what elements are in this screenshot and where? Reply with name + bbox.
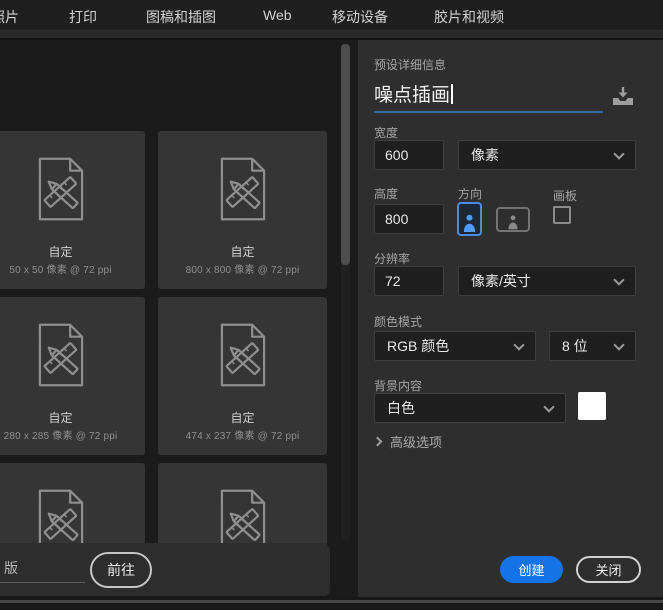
chevron-right-icon	[373, 437, 383, 447]
window-bottom-strip	[0, 596, 663, 610]
document-template-icon	[216, 322, 270, 388]
tab-mobile[interactable]: 移动设备	[332, 7, 388, 27]
document-template-icon	[216, 156, 270, 222]
advanced-options-toggle[interactable]: 高级选项	[374, 432, 442, 451]
tab-print[interactable]: 打印	[69, 7, 97, 27]
orientation-landscape-button[interactable]	[496, 207, 530, 232]
create-button[interactable]: 创建	[500, 556, 563, 583]
background-contents-value: 白色	[387, 398, 415, 418]
color-mode-value: RGB 颜色	[387, 336, 449, 356]
preset-details-panel: 预设详细信息 噪点插画 宽度 像素 高度 方向 画板	[358, 40, 663, 597]
template-name: 自定	[158, 243, 327, 260]
go-button[interactable]: 前往	[90, 552, 152, 588]
bit-depth-value: 8 位	[562, 336, 588, 356]
name-field-focus-underline	[374, 111, 603, 113]
stock-template-bar: 版 前往	[0, 543, 330, 597]
template-size: 280 x 285 像素 @ 72 ppi	[0, 427, 145, 442]
template-name: 自定	[0, 243, 145, 260]
color-mode-dropdown[interactable]: RGB 颜色	[374, 331, 536, 361]
template-scrollbar-thumb[interactable]	[341, 44, 350, 265]
resolution-unit-dropdown[interactable]: 像素/英寸	[458, 266, 636, 296]
stock-search-input-underline[interactable]	[0, 582, 85, 583]
artboard-label: 画板	[553, 187, 577, 204]
document-template-icon	[34, 322, 88, 388]
background-color-swatch[interactable]	[578, 392, 606, 420]
document-template-icon	[34, 156, 88, 222]
chevron-down-icon	[613, 274, 624, 285]
stock-search-text-clipped: 版	[4, 558, 18, 578]
save-preset-download-icon[interactable]	[611, 86, 635, 106]
width-label: 宽度	[374, 124, 398, 141]
template-card[interactable]: 自定 800 x 800 像素 @ 72 ppi	[158, 131, 327, 289]
close-button[interactable]: 关闭	[576, 556, 641, 583]
tab-film-video[interactable]: 胶片和视频	[434, 7, 504, 27]
template-card[interactable]: 自定 50 x 50 像素 @ 72 ppi	[0, 131, 145, 289]
document-name-text: 噪点插画	[374, 85, 450, 106]
tab-web[interactable]: Web	[263, 7, 292, 23]
landscape-person-icon	[507, 214, 519, 230]
template-grid: 自定 50 x 50 像素 @ 72 ppi 自定 800 x 800 像素 @…	[0, 131, 327, 577]
template-name: 自定	[158, 409, 327, 426]
width-input[interactable]	[374, 140, 444, 170]
tabbar-divider	[0, 30, 663, 40]
template-card[interactable]: 自定 280 x 285 像素 @ 72 ppi	[0, 297, 145, 455]
chevron-down-icon	[613, 339, 624, 350]
bit-depth-dropdown[interactable]: 8 位	[549, 331, 636, 361]
template-card[interactable]: 自定 474 x 237 像素 @ 72 ppi	[158, 297, 327, 455]
resolution-label: 分辨率	[374, 250, 410, 267]
tab-art-illustration[interactable]: 图稿和插图	[146, 7, 216, 27]
category-tab-bar: 照片 打印 图稿和插图 Web 移动设备 胶片和视频	[0, 0, 663, 30]
chevron-down-icon	[613, 148, 624, 159]
new-document-dialog: 照片 打印 图稿和插图 Web 移动设备 胶片和视频 自定 50 x 50 像素…	[0, 0, 663, 610]
background-contents-label: 背景内容	[374, 377, 422, 394]
orientation-portrait-button[interactable]	[457, 202, 482, 236]
width-unit-dropdown[interactable]: 像素	[458, 140, 636, 170]
window-bottom-edge	[0, 600, 663, 603]
resolution-unit-value: 像素/英寸	[471, 271, 531, 291]
color-mode-label: 颜色模式	[374, 313, 422, 330]
width-unit-value: 像素	[471, 145, 499, 165]
height-input[interactable]	[374, 204, 444, 234]
template-size: 50 x 50 像素 @ 72 ppi	[0, 261, 145, 276]
chevron-down-icon	[513, 339, 524, 350]
orientation-label: 方向	[458, 185, 482, 202]
template-size: 474 x 237 像素 @ 72 ppi	[158, 427, 327, 442]
background-contents-dropdown[interactable]: 白色	[374, 393, 566, 423]
tab-photo[interactable]: 照片	[0, 7, 19, 27]
chevron-down-icon	[543, 401, 554, 412]
text-cursor	[451, 84, 453, 104]
artboard-checkbox[interactable]	[553, 206, 571, 224]
template-size: 800 x 800 像素 @ 72 ppi	[158, 261, 327, 276]
template-grid-region: 自定 50 x 50 像素 @ 72 ppi 自定 800 x 800 像素 @…	[0, 42, 358, 597]
document-name-field[interactable]: 噪点插画	[374, 80, 453, 107]
portrait-person-icon	[462, 212, 477, 234]
height-label: 高度	[374, 185, 398, 202]
template-name: 自定	[0, 409, 145, 426]
advanced-options-label: 高级选项	[390, 432, 442, 451]
panel-title: 预设详细信息	[374, 56, 446, 73]
resolution-input[interactable]	[374, 266, 444, 296]
